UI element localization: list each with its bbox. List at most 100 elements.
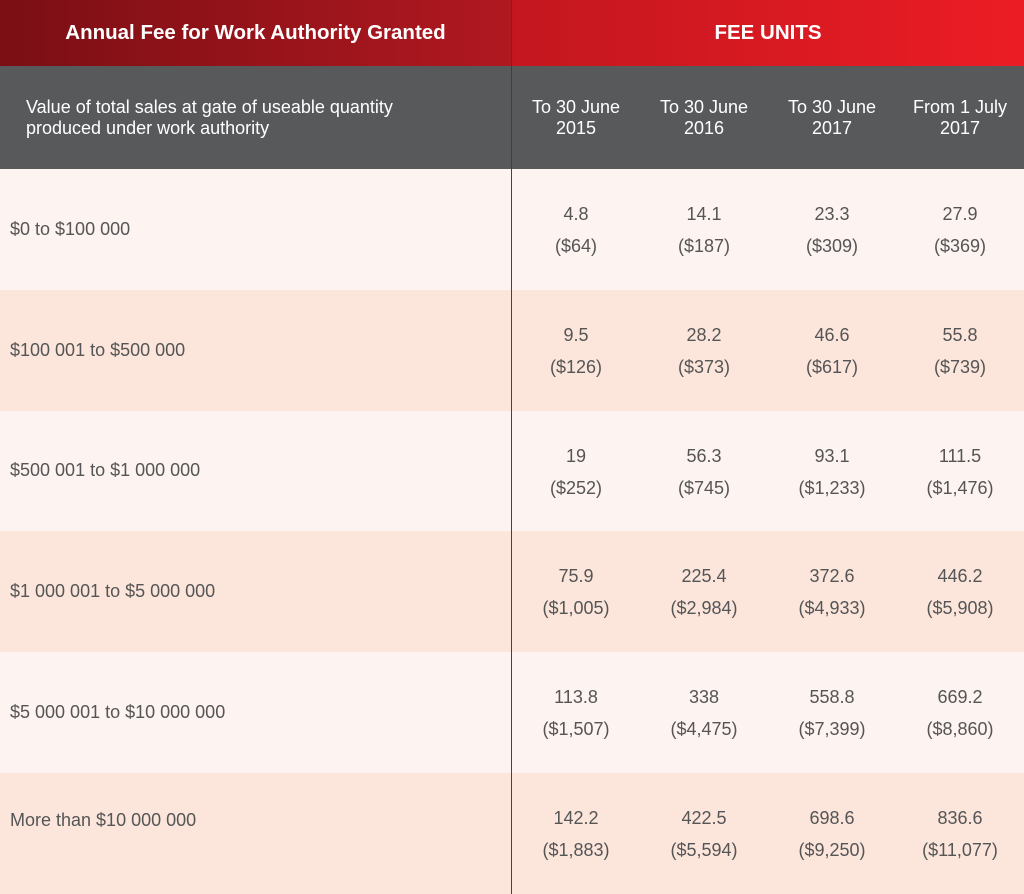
fee-cell: 698.6 ($9,250) [768,773,896,894]
fee-units: 225.4 [681,566,727,587]
fee-cell: 46.6 ($617) [768,290,896,411]
fee-dollars: ($7,399) [798,719,866,740]
column-header-line: 2017 [939,117,981,138]
fee-cell: 422.5 ($5,594) [640,773,768,894]
fee-units: 446.2 [937,566,983,587]
fee-units: 27.9 [942,204,978,224]
fee-dollars: ($739) [933,356,987,377]
fee-dollars: ($126) [549,356,603,377]
fee-cell: 225.4 ($2,984) [640,531,768,652]
column-header-line: 2017 [811,117,853,138]
row-label: $500 001 to $1 000 000 [0,410,512,532]
fee-dollars: ($373) [677,356,731,377]
table-title-row: Annual Fee for Work Authority Granted FE… [0,0,1024,66]
fee-cell: 27.9 ($369) [896,169,1024,290]
fee-dollars: ($1,507) [542,719,610,740]
fee-dollars: ($745) [677,477,731,498]
table-row: $500 001 to $1 000 000 19 ($252) 56.3 ($74… [0,410,1024,532]
column-header-2017: To 30 June 2017 [768,66,896,169]
fee-units: 23.3 [814,204,850,224]
fee-units: 111.5 [938,445,982,466]
row-label: $100 001 to $500 000 [0,289,512,411]
fee-dollars: ($9,250) [798,839,866,860]
fee-units: 836.6 [937,807,983,828]
fee-dollars: ($1,883) [542,839,610,860]
row-label: More than $10 000 000 [0,772,512,894]
column-header-line: From 1 July [912,96,1008,117]
fee-units: 9.5 [563,324,589,345]
fee-cell: 558.8 ($7,399) [768,652,896,773]
fee-cell: 19 ($252) [512,411,640,532]
fee-units: 56.3 [686,445,722,466]
column-header-2015: To 30 June 2015 [512,66,640,169]
row-label: $1 000 001 to $5 000 000 [0,531,512,653]
column-header-line: 2016 [683,117,725,138]
column-header-line: To 30 June [659,96,749,117]
fee-units: 4.8 [563,204,589,224]
fee-table: Annual Fee for Work Authority Granted FE… [0,0,1024,894]
fee-cell: 93.1 ($1,233) [768,411,896,532]
fee-units: 46.6 [814,324,850,345]
fee-dollars: ($1,233) [798,477,866,498]
fee-cell: 113.8 ($1,507) [512,652,640,773]
fee-units: 28.2 [686,324,722,345]
value-column-header: Value of total sales at gate of useable … [0,66,512,169]
fee-units: 669.2 [937,687,983,708]
table-row: $5 000 001 to $10 000 000 113.8 ($1,507) … [0,652,1024,773]
fee-units: 14.1 [686,204,722,224]
fee-cell: 111.5 ($1,476) [896,411,1024,532]
fee-units: 338 [688,687,720,708]
fee-cell: 4.8 ($64) [512,169,640,290]
table-row: $1 000 001 to $5 000 000 75.9 ($1,005) 22… [0,531,1024,653]
fee-units: 75.9 [558,566,594,587]
fee-dollars: ($64) [554,236,598,256]
fee-dollars: ($5,908) [926,598,994,619]
fee-units: 558.8 [809,687,855,708]
fee-dollars: ($617) [805,356,859,377]
fee-cell: 669.2 ($8,860) [896,652,1024,773]
table-row: More than $10 000 000 142.2 ($1,883) 422.… [0,772,1024,894]
fee-units: 55.8 [942,324,978,345]
column-header-2016: To 30 June 2016 [640,66,768,169]
column-header-row: Value of total sales at gate of useable … [0,66,1024,169]
fee-units: 113.8 [554,687,598,708]
fee-cell: 55.8 ($739) [896,290,1024,411]
table-title: Annual Fee for Work Authority Granted [0,0,512,66]
fee-cell: 446.2 ($5,908) [896,531,1024,652]
fee-dollars: ($5,594) [670,839,738,860]
table-row: $100 001 to $500 000 9.5 ($126) 28.2 ($373… [0,289,1024,411]
fee-cell: 14.1 ($187) [640,169,768,290]
fee-cell: 372.6 ($4,933) [768,531,896,652]
fee-dollars: ($4,475) [670,719,738,740]
fee-cell: 338 ($4,475) [640,652,768,773]
fee-cell: 56.3 ($745) [640,411,768,532]
fee-cell: 28.2 ($373) [640,290,768,411]
fee-dollars: ($369) [933,236,987,256]
fee-cell: 9.5 ($126) [512,290,640,411]
fee-units: 372.6 [809,566,855,587]
fee-units: 19 [565,445,587,466]
column-header-from-2017: From 1 July 2017 [896,66,1024,169]
fee-dollars: ($1,005) [542,598,610,619]
column-header-line: To 30 June [531,96,621,117]
fee-cell: 142.2 ($1,883) [512,773,640,894]
fee-dollars: ($309) [805,236,859,256]
fee-cell: 75.9 ($1,005) [512,531,640,652]
fee-dollars: ($187) [677,236,731,256]
fee-cell: 23.3 ($309) [768,169,896,290]
table-row: $0 to $100 000 4.8 ($64) 14.1 ($187) 23.3 (… [0,169,1024,290]
fee-units-title: FEE UNITS [512,0,1024,66]
fee-dollars: ($1,476) [926,477,994,498]
fee-dollars: ($2,984) [670,598,738,619]
row-label: $0 to $100 000 [0,169,512,290]
fee-dollars: ($8,860) [926,719,994,740]
fee-dollars: ($4,933) [798,598,866,619]
fee-units: 142.2 [553,807,599,828]
fee-units: 698.6 [809,807,855,828]
table-body: $0 to $100 000 4.8 ($64) 14.1 ($187) 23.3 (… [0,169,1024,894]
fee-units: 93.1 [814,445,850,466]
fee-cell: 836.6 ($11,077) [896,773,1024,894]
column-header-line: 2015 [555,117,597,138]
row-label: $5 000 001 to $10 000 000 [0,652,512,773]
fee-dollars: ($252) [549,477,603,498]
